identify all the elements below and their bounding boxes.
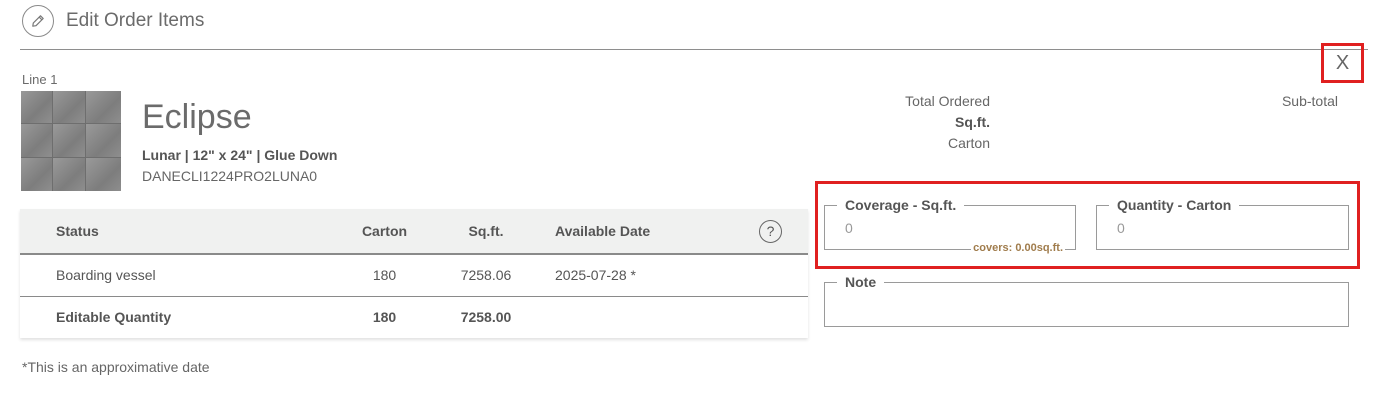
- row-carton: 180: [372, 267, 397, 284]
- coverage-legend: Coverage - Sq.ft.: [837, 197, 965, 213]
- product-name: Eclipse: [142, 98, 252, 136]
- col-carton-header: Carton: [361, 223, 408, 239]
- quantity-field[interactable]: Quantity - Carton 0: [1096, 197, 1349, 250]
- note-field[interactable]: Note: [824, 274, 1349, 327]
- row-status: Boarding vessel: [56, 267, 156, 284]
- row-status: Editable Quantity: [56, 309, 172, 326]
- date-footnote: *This is an approximative date: [22, 359, 210, 375]
- product-sku: DANECLI1224PRO2LUNA0: [142, 168, 318, 184]
- quantity-legend: Quantity - Carton: [1109, 197, 1240, 213]
- row-date: [541, 296, 759, 338]
- note-legend: Note: [837, 274, 885, 290]
- dialog-header: Edit Order Items: [22, 4, 204, 38]
- table-header-row: Status Carton Sq.ft. Available Date ?: [20, 209, 808, 254]
- product-spec: Lunar | 12" x 24" | Glue Down: [142, 147, 338, 163]
- pencil-icon: [22, 5, 54, 37]
- quantity-input[interactable]: 0: [1117, 220, 1125, 236]
- table-row: Boarding vessel 180 7258.06 2025-07-28 *: [20, 254, 808, 296]
- close-button[interactable]: X: [1321, 43, 1364, 83]
- header-divider: [20, 49, 1368, 50]
- help-icon[interactable]: ?: [759, 219, 782, 243]
- dialog-title: Edit Order Items: [66, 10, 205, 31]
- row-sqft: 7258.00: [460, 309, 512, 326]
- col-date-header: Available Date: [555, 223, 651, 239]
- row-carton: 180: [372, 309, 397, 326]
- coverage-input[interactable]: 0: [845, 220, 853, 236]
- col-status-header: Status: [56, 223, 99, 239]
- coverage-field[interactable]: Coverage - Sq.ft. 0 covers: 0.00sq.ft.: [824, 197, 1076, 255]
- total-ordered-label: Total Ordered: [905, 93, 990, 109]
- total-sqft-label: Sq.ft.: [955, 114, 990, 130]
- availability-table: Status Carton Sq.ft. Available Date ? Bo…: [20, 209, 808, 338]
- row-date: 2025-07-28 *: [555, 267, 636, 284]
- line-label: Line 1: [22, 72, 58, 87]
- table-row: Editable Quantity 180 7258.00: [20, 296, 808, 338]
- coverage-hint: covers: 0.00sq.ft.: [971, 241, 1065, 255]
- col-sqft-header: Sq.ft.: [468, 223, 504, 239]
- row-sqft: 7258.06: [460, 267, 512, 284]
- total-carton-label: Carton: [947, 135, 990, 151]
- subtotal-label: Sub-total: [1281, 93, 1338, 109]
- product-thumbnail: [21, 91, 121, 191]
